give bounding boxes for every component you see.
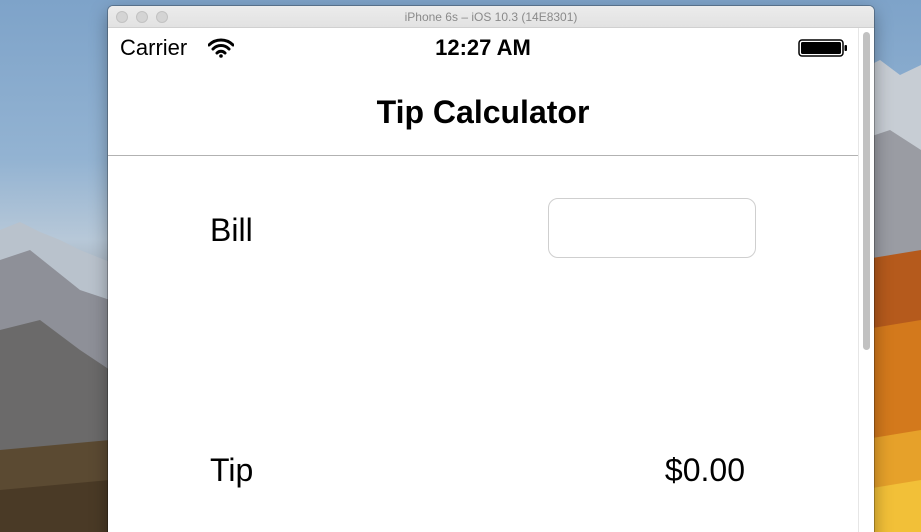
- desktop-background: iPhone 6s – iOS 10.3 (14E8301) Carrier 1…: [0, 0, 921, 532]
- phone-screen: Carrier 12:27 AM Tip Calculator Bill Tip…: [108, 28, 858, 532]
- battery-level-fill: [801, 42, 841, 54]
- window-title: iPhone 6s – iOS 10.3 (14E8301): [404, 10, 578, 24]
- bill-label: Bill: [210, 212, 253, 248]
- simulator-window: iPhone 6s – iOS 10.3 (14E8301) Carrier 1…: [108, 6, 874, 532]
- navigation-title: Tip Calculator: [376, 94, 590, 130]
- tip-label: Tip: [210, 452, 254, 488]
- status-time: 12:27 AM: [435, 35, 531, 60]
- navigation-bar-divider: [108, 155, 858, 156]
- scrollbar-thumb[interactable]: [863, 32, 870, 350]
- mountain-wallpaper-left: [0, 222, 110, 532]
- bill-amount-input[interactable]: [548, 198, 756, 258]
- tip-amount-value: $0.00: [664, 452, 745, 488]
- scrollbar[interactable]: [858, 28, 874, 532]
- battery-icon: [798, 39, 847, 57]
- window-titlebar: iPhone 6s – iOS 10.3 (14E8301): [108, 6, 874, 28]
